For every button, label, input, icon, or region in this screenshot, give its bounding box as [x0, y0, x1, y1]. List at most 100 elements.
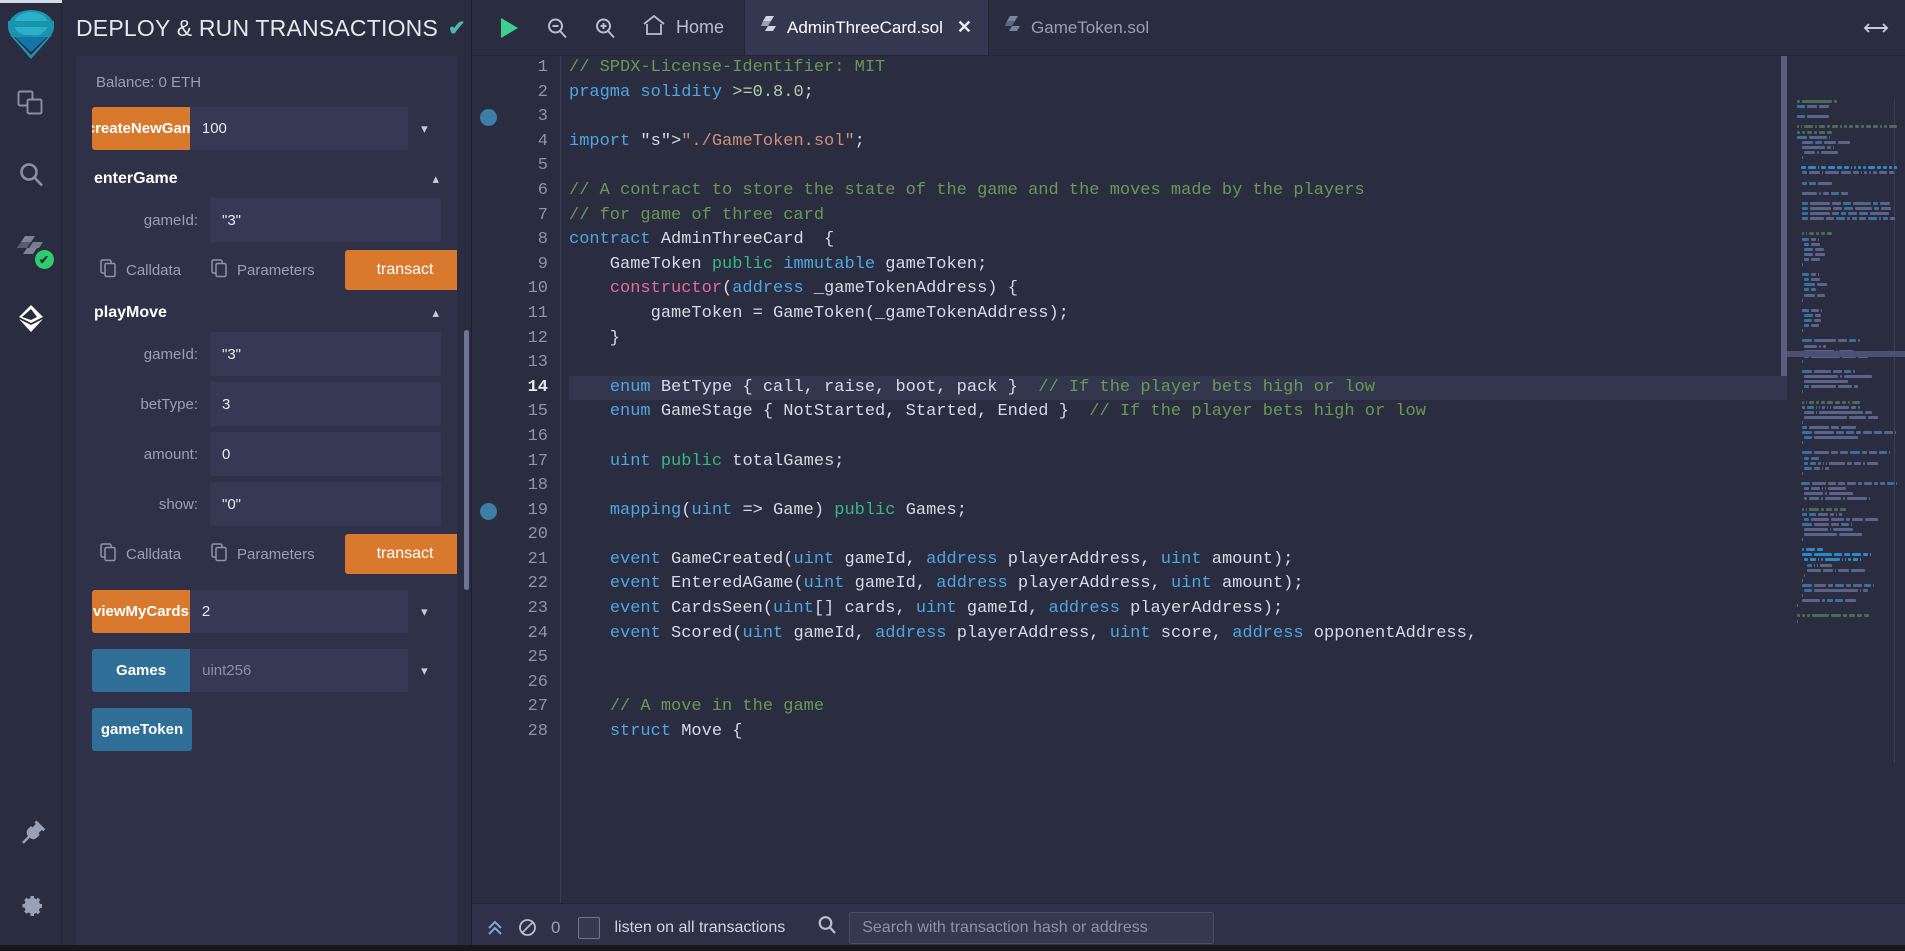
remix-logo-icon[interactable]: [5, 6, 57, 64]
zoom-in-icon[interactable]: [594, 17, 616, 39]
code-line[interactable]: [569, 646, 1905, 671]
tab-admin-three-card[interactable]: AdminThreeCard.sol ✕: [744, 0, 989, 55]
code-line[interactable]: }: [569, 327, 1905, 352]
code-line[interactable]: import "s">"./GameToken.sol";: [569, 130, 1905, 155]
code-content[interactable]: // SPDX-License-Identifier: MIT pragma so…: [560, 56, 1905, 903]
code-line[interactable]: pragma solidity >=0.8.0;: [569, 81, 1905, 106]
search-icon[interactable]: [14, 158, 48, 192]
breakpoint-gutter[interactable]: [472, 56, 502, 903]
param-row: gameId:: [92, 332, 441, 376]
param-input-gameid[interactable]: [210, 198, 441, 242]
param-input-bettype[interactable]: [210, 382, 441, 426]
zoom-out-icon[interactable]: [546, 17, 568, 39]
code-line[interactable]: enum GameStage { NotStarted, Started, En…: [569, 400, 1905, 425]
close-icon[interactable]: ✕: [957, 17, 972, 38]
listen-on-all-transactions-checkbox[interactable]: [578, 916, 601, 939]
chevron-down-icon[interactable]: ▾: [407, 107, 441, 150]
editor-minimap[interactable]: [1787, 56, 1905, 903]
code-line[interactable]: [569, 474, 1905, 499]
minimap-line: [1797, 293, 1897, 297]
games-input[interactable]: [190, 649, 408, 692]
code-line[interactable]: [569, 671, 1905, 696]
param-input-amount[interactable]: [210, 432, 441, 476]
no-entry-icon[interactable]: [518, 918, 537, 937]
view-my-cards-button[interactable]: viewMyCards: [92, 590, 190, 633]
minimap-line: [1797, 446, 1897, 449]
copy-parameters-action[interactable]: Parameters: [211, 258, 315, 282]
code-line[interactable]: constructor(address _gameTokenAddress) {: [569, 277, 1905, 302]
param-label: betType:: [140, 395, 198, 413]
minimap-line: [1797, 517, 1897, 521]
chevrons-up-icon[interactable]: [486, 919, 504, 937]
line-number: 21: [527, 549, 548, 569]
home-tab[interactable]: Home: [642, 14, 724, 41]
chevron-up-icon[interactable]: ▴: [432, 305, 439, 321]
copy-icon: [211, 542, 228, 566]
deploy-run-icon[interactable]: [14, 302, 48, 336]
group-header[interactable]: playMove ▴: [92, 300, 441, 332]
minimap-line: [1797, 206, 1897, 210]
code-line[interactable]: [569, 105, 1905, 130]
tab-label: GameToken.sol: [1031, 17, 1150, 37]
code-line[interactable]: // SPDX-License-Identifier: MIT: [569, 56, 1905, 81]
create-new-game-input[interactable]: [189, 107, 408, 150]
code-line[interactable]: [569, 154, 1905, 179]
code-line[interactable]: // A contract to store the state of the …: [569, 179, 1905, 204]
code-line[interactable]: // for game of three card: [569, 204, 1905, 229]
param-label: amount:: [143, 445, 198, 463]
settings-gear-icon[interactable]: [14, 889, 48, 923]
copy-calldata-action[interactable]: Calldata: [100, 542, 181, 566]
transact-button[interactable]: transact: [344, 250, 457, 290]
line-number: 23: [527, 599, 548, 619]
code-editor[interactable]: 1 2 3 4 5 6 7 8 9 10 11 12 13 14 15 16 17 18 19 20 21 22 23 24 2…: [472, 56, 1905, 903]
create-new-game-button[interactable]: createNewGam: [92, 107, 190, 150]
copy-parameters-action[interactable]: Parameters: [211, 542, 315, 566]
minimap-lines: [1797, 100, 1898, 625]
code-line[interactable]: [569, 425, 1905, 450]
minimap-viewport-slider[interactable]: [1787, 351, 1905, 357]
code-line[interactable]: uint public totalGames;: [569, 450, 1905, 475]
view-my-cards-input[interactable]: [189, 590, 408, 633]
code-line[interactable]: mapping(uint => Game) public Games;: [569, 499, 1905, 524]
code-line[interactable]: struct Move {: [569, 720, 1905, 745]
code-line[interactable]: contract AdminThreeCard {: [569, 228, 1905, 253]
code-line[interactable]: GameToken public immutable gameToken;: [569, 253, 1905, 278]
line-number: 8: [537, 230, 548, 250]
plugin-manager-icon[interactable]: [14, 815, 48, 849]
code-line[interactable]: [569, 351, 1905, 376]
minimap-line: [1797, 329, 1897, 333]
param-input-show[interactable]: [210, 482, 441, 526]
copy-calldata-action[interactable]: Calldata: [100, 258, 181, 282]
code-line[interactable]: [569, 523, 1905, 548]
line-number: 4: [537, 131, 548, 151]
minimap-line: [1797, 201, 1897, 205]
play-icon[interactable]: [498, 16, 520, 40]
minimap-line: [1797, 431, 1897, 435]
line-number: 20: [527, 525, 548, 545]
game-token-button[interactable]: gameToken: [92, 708, 192, 751]
minimap-line: [1797, 507, 1897, 511]
minimap-line: [1797, 191, 1897, 195]
line-number: 7: [537, 205, 548, 225]
chevron-down-icon[interactable]: ▾: [407, 649, 441, 692]
solidity-compiler-icon[interactable]: ✔: [14, 230, 54, 269]
code-line[interactable]: event EnteredAGame(uint gameId, address …: [569, 572, 1905, 597]
panel-scrollbar-thumb[interactable]: [464, 330, 469, 590]
transact-button[interactable]: transact: [344, 534, 457, 574]
horizontal-resize-icon[interactable]: [1847, 0, 1905, 55]
code-line[interactable]: event CardsSeen(uint[] cards, uint gameI…: [569, 597, 1905, 622]
tab-game-token[interactable]: GameToken.sol: [988, 0, 1165, 55]
chevron-down-icon[interactable]: ▾: [407, 590, 441, 633]
code-line[interactable]: event Scored(uint gameId, address player…: [569, 622, 1905, 647]
code-line[interactable]: gameToken = GameToken(_gameTokenAddress)…: [569, 302, 1905, 327]
terminal-search-input[interactable]: [849, 911, 1215, 944]
code-line[interactable]: enum BetType { call, raise, boot, pack }…: [569, 375, 1905, 401]
param-input-gameid[interactable]: [210, 332, 441, 376]
games-button[interactable]: Games: [92, 649, 191, 692]
group-header[interactable]: enterGame ▴: [92, 166, 441, 198]
chevron-up-icon[interactable]: ▴: [432, 171, 439, 187]
file-explorer-icon[interactable]: [14, 86, 48, 120]
code-line[interactable]: event GameCreated(uint gameId, address p…: [569, 548, 1905, 573]
code-line[interactable]: // A move in the game: [569, 695, 1905, 720]
group-name-label: playMove: [94, 304, 167, 321]
